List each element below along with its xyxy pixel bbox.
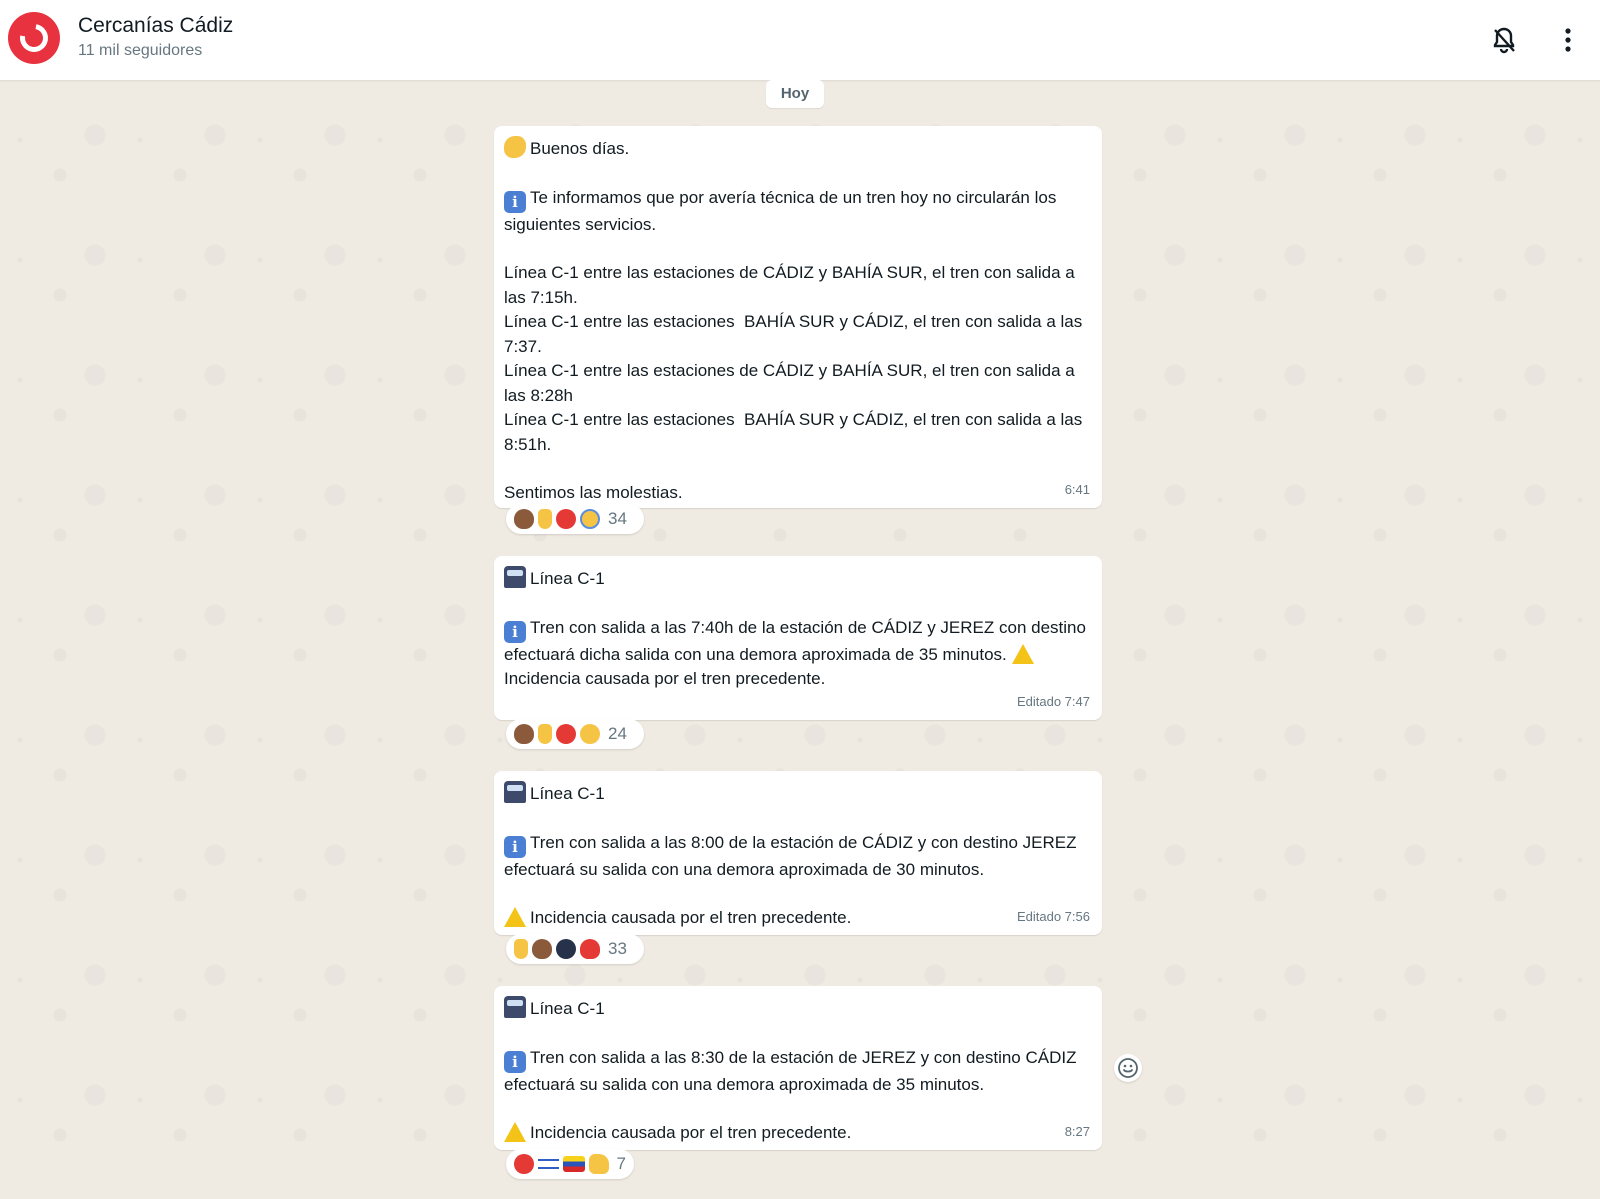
bomb-icon (556, 939, 576, 959)
follower-count: 11 mil seguidores (78, 42, 203, 59)
channel-header: Cercanías Cádiz 11 mil seguidores (0, 0, 1600, 80)
info-icon: i (504, 190, 526, 213)
message-timestamp: Editado 7:56 (1016, 908, 1090, 924)
message-bubble[interactable]: Buenos días. i Te informamos que por aver… (494, 126, 1102, 508)
middle-finger-icon (538, 509, 552, 529)
message-timestamp: Editado 7:47 (1016, 693, 1090, 709)
angry-face-icon (556, 724, 576, 744)
venezuela-flag-icon (563, 1156, 585, 1172)
middle-finger-icon (538, 724, 552, 744)
channel-avatar[interactable] (8, 12, 60, 64)
reactions-bar[interactable]: 24 (506, 719, 644, 749)
waving-hand-icon (504, 136, 526, 158)
message-text: Línea C-1 entre las estaciones de CÁDIZ … (504, 361, 1080, 405)
info-icon: i (504, 1050, 526, 1073)
message-text: Tren con salida a las 7:40h de la estaci… (504, 617, 1091, 664)
message-bubble[interactable]: Línea C-1 i Tren con salida a las 7:40h d… (494, 556, 1102, 720)
poop-icon (514, 509, 534, 529)
thumbs-up-icon (588, 1154, 609, 1174)
refresh-logo-icon (14, 18, 54, 58)
more-vertical-icon[interactable] (1552, 24, 1584, 56)
poop-icon (532, 939, 552, 959)
reactions-bar[interactable]: 33 (506, 934, 644, 964)
angry-face-icon (556, 509, 576, 529)
channel-title[interactable]: Cercanías Cádiz (78, 14, 233, 38)
middle-finger-icon (514, 939, 528, 959)
message-text: Incidencia causada por el tren precedent… (530, 1123, 852, 1142)
israel-flag-icon (537, 1156, 560, 1172)
warning-icon (504, 1122, 526, 1142)
message-text: Sentimos las molestias. (504, 483, 683, 502)
reaction-count: 34 (608, 509, 627, 528)
train-icon (504, 996, 526, 1018)
poop-icon (514, 724, 534, 744)
message-timestamp: 8:27 (1064, 1123, 1090, 1139)
red-heart-icon (580, 939, 600, 959)
message-text: Línea C-1 entre las estaciones BAHÍA SUR… (504, 410, 1087, 454)
smiley-icon (1118, 1058, 1138, 1078)
warning-icon (504, 907, 526, 927)
message-text: Te informamos que por avería técnica de … (504, 187, 1062, 234)
reaction-count: 7 (616, 1154, 626, 1173)
reactions-bar[interactable]: 7 (506, 1149, 634, 1179)
message-bubble[interactable]: Línea C-1 i Tren con salida a las 8:00 de… (494, 771, 1102, 935)
angry-face-icon (514, 1154, 534, 1174)
message-text: Tren con salida a las 8:30 de la estació… (504, 1047, 1086, 1094)
date-divider: Hoy (766, 80, 824, 108)
reaction-count: 33 (608, 939, 627, 958)
reactions-bar[interactable]: 34 (506, 504, 644, 534)
astonished-face-icon (580, 724, 600, 744)
train-icon (504, 781, 526, 803)
message-bubble[interactable]: Línea C-1 i Tren con salida a las 8:30 de… (494, 986, 1102, 1150)
info-icon: i (504, 620, 526, 643)
message-timestamp: 6:41 (1064, 481, 1090, 497)
message-heading: Línea C-1 (530, 569, 605, 588)
message-text: Línea C-1 entre las estaciones de CÁDIZ … (504, 263, 1080, 307)
warning-icon (1011, 643, 1034, 664)
train-icon (504, 566, 526, 588)
screaming-face-icon (580, 509, 600, 529)
message-text: Línea C-1 entre las estaciones BAHÍA SUR… (504, 312, 1087, 356)
message-heading: Línea C-1 (530, 784, 605, 803)
bell-off-icon[interactable] (1488, 24, 1520, 56)
message-heading: Línea C-1 (530, 999, 605, 1018)
message-text: Buenos días. (530, 139, 630, 158)
reaction-count: 24 (608, 724, 627, 743)
message-text: Incidencia causada por el tren precedent… (504, 669, 826, 688)
add-reaction-button[interactable] (1114, 1054, 1142, 1082)
message-text: Incidencia causada por el tren precedent… (530, 908, 852, 927)
info-icon: i (504, 835, 526, 858)
message-text: Tren con salida a las 8:00 de la estació… (504, 832, 1086, 879)
